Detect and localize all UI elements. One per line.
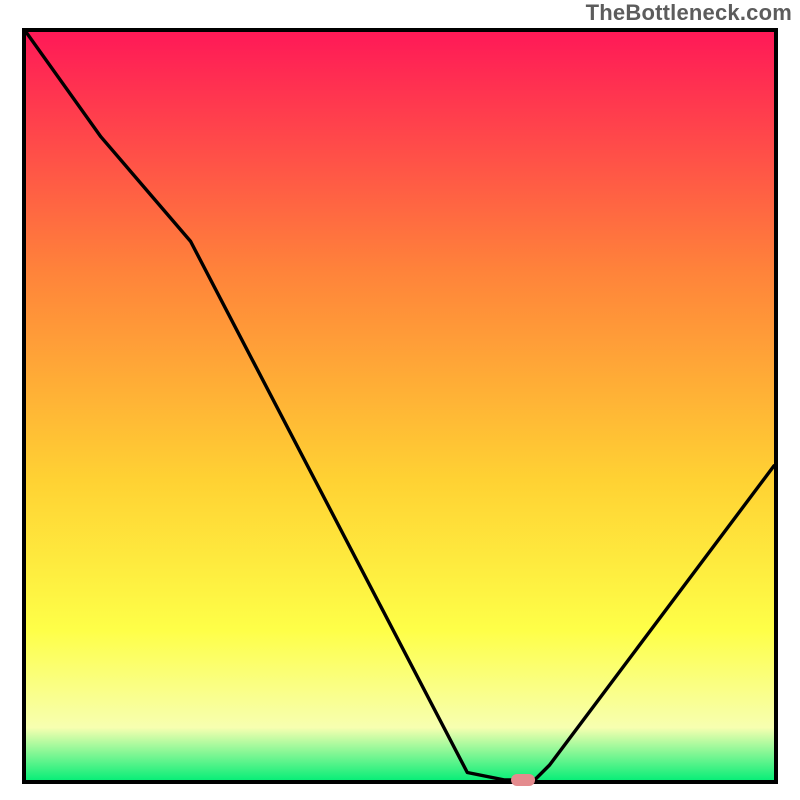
watermark-text: TheBottleneck.com bbox=[586, 0, 792, 26]
plot-area bbox=[22, 28, 778, 784]
gradient-background bbox=[26, 32, 774, 780]
chart-frame: TheBottleneck.com bbox=[0, 0, 800, 800]
optimal-marker bbox=[511, 774, 535, 786]
plot-svg bbox=[26, 32, 774, 780]
